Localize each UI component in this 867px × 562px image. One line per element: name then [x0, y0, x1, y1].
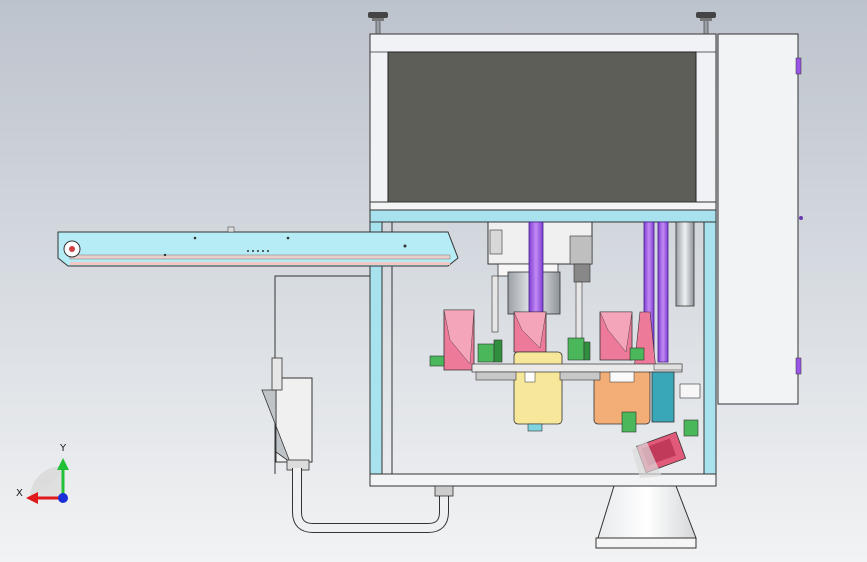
axis-z-marker [58, 493, 68, 503]
valve-assembly-center [567, 337, 591, 361]
teal-arm [651, 371, 675, 423]
coordinate-triad [26, 458, 69, 504]
frame-beam-mid [369, 209, 717, 223]
base-stand [595, 485, 697, 549]
pipe-fitting [434, 485, 454, 497]
axis-y-arrow [57, 458, 69, 470]
axis-x-label: X [16, 488, 23, 499]
display-window [387, 51, 697, 203]
leveling-foot-left [368, 12, 388, 35]
sensor-box [679, 383, 701, 399]
grey-cylinder-right [675, 221, 695, 307]
frame-beam-top [369, 201, 717, 211]
purple-cylinder-right-b [657, 221, 669, 363]
side-cabinet [717, 33, 803, 405]
upper-cabinet [369, 33, 717, 203]
guide-rod [575, 281, 583, 343]
support-bracket [261, 275, 370, 474]
conveyor-arm [57, 226, 459, 267]
leveling-foot-right [696, 12, 716, 35]
axis-y-label: Y [60, 443, 67, 454]
horizontal-rail [471, 363, 683, 373]
cad-assembly-view [26, 12, 803, 549]
yellow-block [513, 351, 563, 425]
guide-rod [491, 275, 499, 333]
